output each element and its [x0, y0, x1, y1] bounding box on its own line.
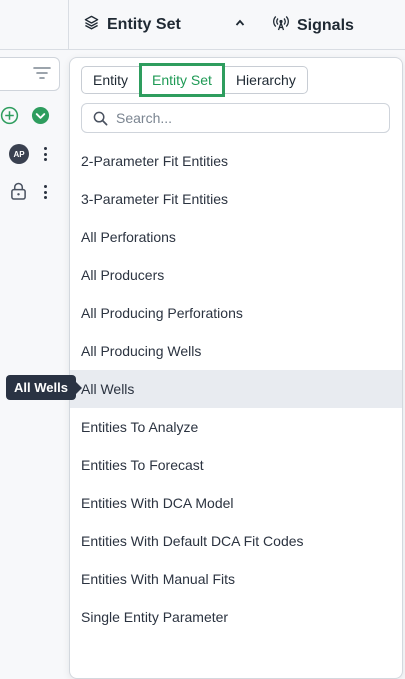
entity-set-header-button[interactable]: Entity Set [84, 15, 181, 35]
check-circle-icon[interactable] [31, 106, 50, 130]
left-search-box[interactable] [0, 57, 60, 91]
selector-tabs: Entity Entity Set Hierarchy [81, 63, 308, 97]
list-item[interactable]: 3-Parameter Fit Entities [70, 180, 402, 218]
list-item[interactable]: Entities With DCA Model [70, 484, 402, 522]
hover-tooltip: All Wells [6, 375, 82, 400]
signals-header-title: Signals [297, 16, 354, 34]
entity-selector-popup: Entity Entity Set Hierarchy 2-Parameter … [69, 57, 403, 679]
layers-icon [84, 15, 99, 35]
list-item[interactable]: All Producing Wells [70, 332, 402, 370]
search-box [81, 103, 390, 133]
search-input[interactable] [114, 109, 378, 127]
kebab-menu-icon[interactable] [44, 185, 48, 202]
chevron-up-icon[interactable] [235, 15, 245, 31]
list-item[interactable]: Entities To Forecast [70, 446, 402, 484]
header-divider [68, 0, 69, 49]
tab-hierarchy[interactable]: Hierarchy [223, 66, 308, 94]
entity-set-header-title: Entity Set [107, 16, 181, 33]
header-bar: Entity Set Signals [0, 0, 405, 50]
list-item[interactable]: All Producers [70, 256, 402, 294]
search-icon [93, 111, 108, 126]
signals-icon [273, 15, 289, 36]
avatar[interactable]: AP [9, 144, 29, 164]
list-item[interactable]: All Perforations [70, 218, 402, 256]
list-item[interactable]: Entities To Analyze [70, 408, 402, 446]
signals-header-button[interactable]: Signals [273, 15, 354, 36]
list-item[interactable]: All Producing Perforations [70, 294, 402, 332]
list-item[interactable]: Entities With Default DCA Fit Codes [70, 522, 402, 560]
tab-entity[interactable]: Entity [81, 66, 141, 94]
list-item[interactable]: 2-Parameter Fit Entities [70, 142, 402, 180]
list-item[interactable]: Entities With Manual Fits [70, 560, 402, 598]
filter-icon[interactable] [33, 66, 51, 85]
list-item-hovered[interactable]: All Wells [70, 370, 402, 408]
add-circle-icon[interactable] [0, 106, 19, 130]
tab-entity-set[interactable]: Entity Set [139, 63, 225, 97]
kebab-menu-icon[interactable] [44, 147, 48, 164]
lock-icon[interactable] [10, 182, 27, 205]
entity-set-list: 2-Parameter Fit Entities 3-Parameter Fit… [70, 142, 402, 636]
list-item[interactable]: Single Entity Parameter [70, 598, 402, 636]
